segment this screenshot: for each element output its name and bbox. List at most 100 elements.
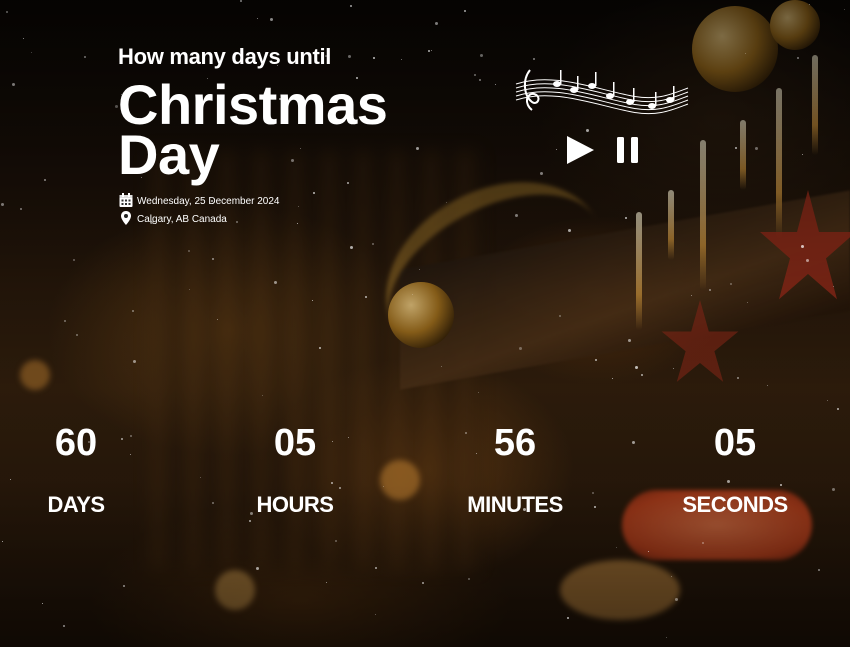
snowflake [673,368,674,369]
countdown-value: 60 [54,422,98,464]
event-location-row: Calgary, AB Canada [118,210,418,228]
snowflake [671,576,672,577]
countdown-days: 60 DAYS [0,420,186,518]
snowflake [256,567,259,570]
event-date-row: Wednesday, 25 December 2024 [118,192,418,210]
countdown-value: 05 [713,422,757,464]
snowflake [833,286,834,287]
snowflake [495,84,496,85]
snowflake [767,385,768,386]
snowflake [446,202,447,203]
countdown-label: DAYS [47,492,105,517]
map-pin-icon [118,210,134,229]
snowflake [326,582,327,583]
snowflake [419,269,420,270]
snowflake [625,217,627,219]
snowflake [745,53,746,54]
snowflake [42,603,43,604]
snowflake [702,542,704,544]
snowflake [480,54,483,57]
snowflake [464,10,466,12]
snowflake [479,79,481,81]
snowflake [375,614,376,615]
event-header: How many days until Christmas Day Wednes… [118,40,418,228]
event-meta: Wednesday, 25 December 2024 Calgary, AB … [118,192,418,228]
snowflake [730,283,732,285]
snowflake [616,547,617,548]
snowflake [519,347,522,350]
countdown-value: 05 [273,422,317,464]
countdown-label: SECONDS [682,492,788,517]
snowflake [478,392,479,393]
snowflake [350,246,353,249]
snowflake [435,22,438,25]
snowflake [44,179,46,181]
snowflake [64,320,66,322]
snowflake [666,637,667,638]
snowflake [533,58,535,60]
snowflake [262,395,263,396]
snowflake [240,0,242,2]
snowflake [372,243,374,245]
snowflake [73,259,75,261]
snowflake [837,408,839,410]
snowflake [312,300,313,301]
snowflake [217,319,218,320]
calendar-icon [118,192,134,211]
snowflake [412,294,413,295]
page-title: Christmas Day [118,73,388,186]
countdown-seconds: 05 SECONDS [625,420,845,518]
snowflake [20,208,22,210]
countdown-minutes: 56 MINUTES [405,420,625,518]
snowflake [428,50,430,52]
event-location: Calgary, AB Canada [137,213,227,225]
snowflake [709,289,711,291]
countdown-value: 56 [493,422,537,464]
snowflake [595,359,597,361]
snowflake [257,18,258,19]
snowflake [319,347,321,349]
pre-title: How many days until [118,44,332,69]
snowflake [568,229,571,232]
snowflake [802,154,803,155]
snowflake [691,295,692,296]
pause-button[interactable] [615,135,641,170]
snowflake [827,400,828,401]
snowflake [474,74,476,76]
music-controls [565,135,641,170]
snowflake [441,366,442,367]
snowflake [335,540,337,542]
snowflake [189,289,190,290]
snowflake [797,57,799,59]
snowflake [1,203,4,206]
snowflake [737,377,739,379]
snowflake [84,56,86,58]
snowflake [540,172,543,175]
snowflake [350,5,352,7]
snowflake [612,378,613,379]
snowflake [422,582,424,584]
snowflake [747,302,748,303]
snowflake [12,83,15,86]
snowflake [559,315,561,317]
countdown-label: MINUTES [467,492,563,517]
snowflake [801,245,804,248]
snowflake [648,551,649,552]
play-button[interactable] [565,135,595,170]
snowflake [556,149,557,150]
countdown-label: HOURS [256,492,334,517]
snowflake [755,147,758,150]
snowflake [806,259,809,262]
snowflake [844,9,845,10]
snowflake [76,334,78,336]
snowflake [123,585,125,587]
snowflake [468,578,470,580]
snowflake [63,625,65,627]
snowflake [212,258,214,260]
snowflake [365,296,367,298]
snowflake [431,50,432,51]
snowflake [132,310,134,312]
pause-icon [615,135,641,170]
snowflake [735,147,737,149]
snowflake [249,520,251,522]
